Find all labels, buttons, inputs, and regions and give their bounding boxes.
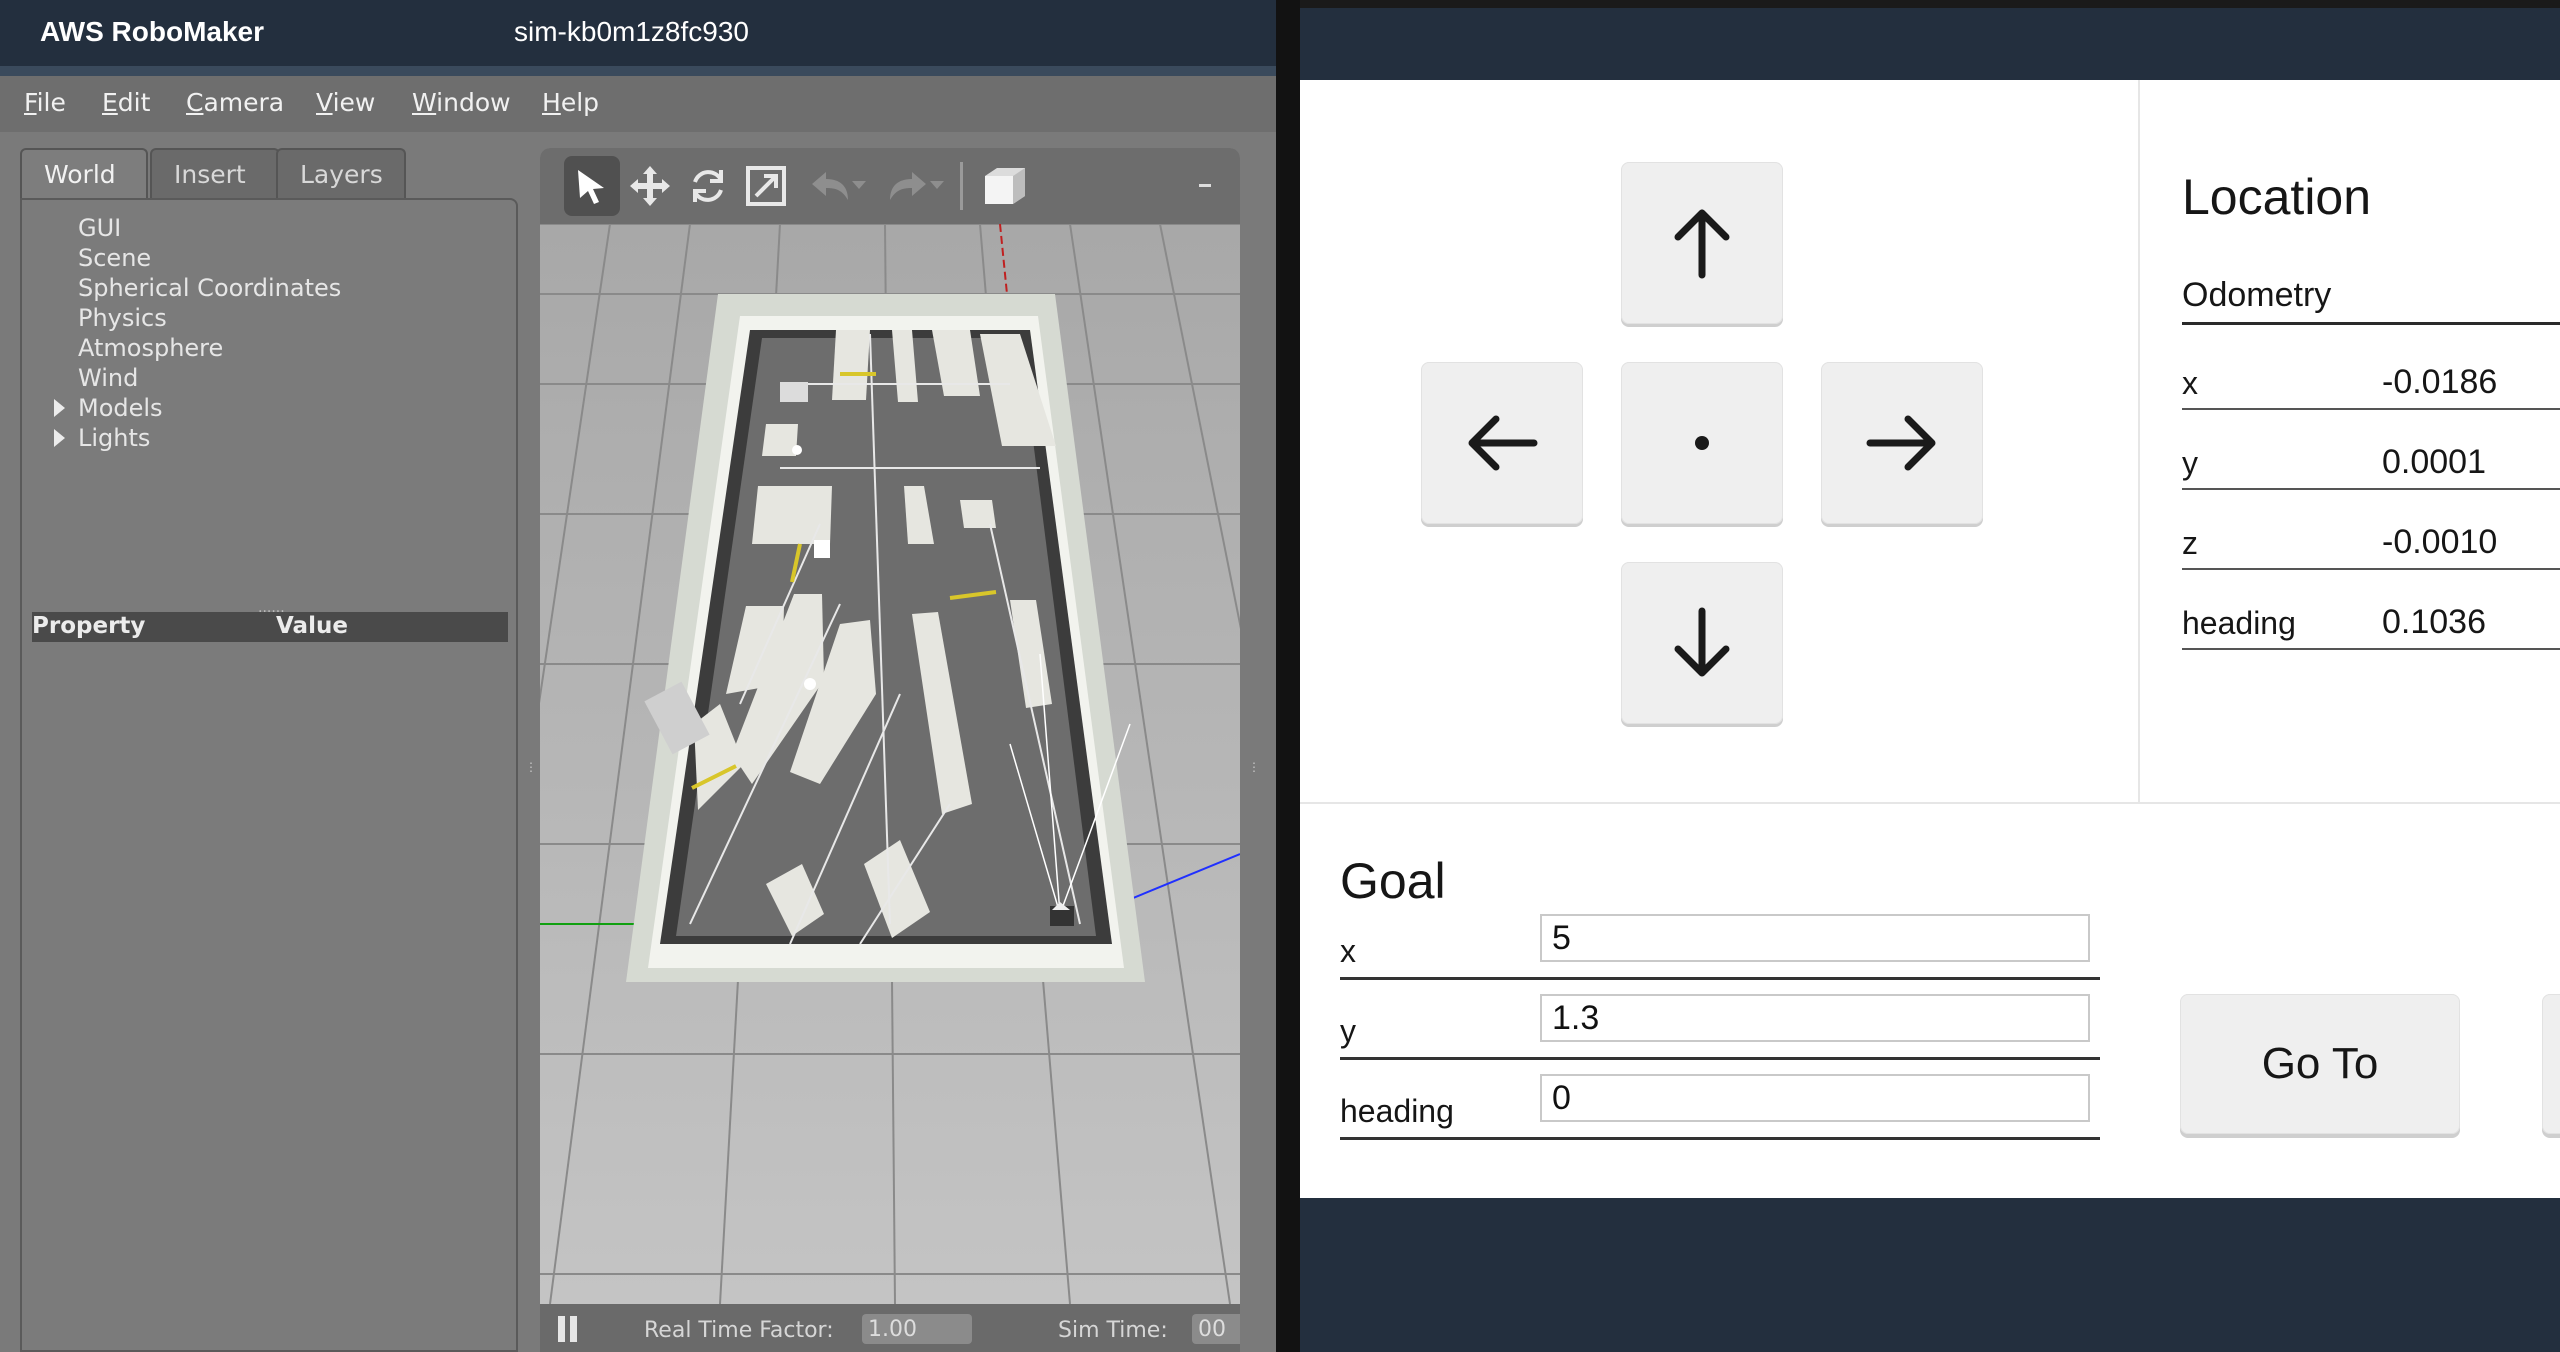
odometry-value: -0.0010 [2382, 523, 2498, 561]
odometry-row-heading: heading 0.1036 [2182, 570, 2560, 650]
gazebo-3d-viewport: Real Time Factor: 1.00 Sim Time: 00 [540, 148, 1240, 1352]
header-strip [0, 66, 1276, 76]
goal-heading-input[interactable] [1540, 1074, 2090, 1122]
gazebo-status-bar: Real Time Factor: 1.00 Sim Time: 00 [540, 1304, 1240, 1352]
redo-dropdown-icon[interactable] [922, 156, 952, 216]
stop-dot-icon [1695, 436, 1709, 450]
odometry-key: x [2182, 365, 2198, 401]
expand-arrow-icon[interactable] [54, 429, 65, 447]
splitter-handle-icon[interactable]: ⋮ [525, 760, 537, 774]
row-underline [2182, 648, 2560, 650]
world-tree-panel: GUI Scene Spherical Coordinates Physics … [20, 198, 518, 1352]
goal-y-input[interactable] [1540, 994, 2090, 1042]
secondary-action-button[interactable] [2542, 994, 2560, 1134]
odometry-row-x: x -0.0186 [2182, 330, 2560, 410]
simulation-scene[interactable] [540, 224, 1240, 1304]
turn-right-button[interactable] [1821, 362, 1983, 524]
odometry-key: heading [2182, 605, 2296, 641]
splitter-handle-icon[interactable]: ⋮ [1248, 760, 1260, 774]
panel-header-bar [1300, 8, 2560, 80]
odometry-value: 0.1036 [2382, 603, 2486, 641]
panel-footer-bar [1300, 1198, 2560, 1352]
goal-key: heading [1340, 1093, 1454, 1129]
menu-file[interactable]: File [24, 88, 66, 117]
row-underline [1340, 1137, 2100, 1140]
value-column-header: Value [276, 613, 348, 639]
menu-help[interactable]: Help [542, 88, 599, 117]
gazebo-toolbar [540, 148, 1240, 224]
undo-dropdown-icon[interactable] [844, 156, 874, 216]
tab-world[interactable]: World [20, 148, 148, 198]
property-column-header: Property [32, 613, 146, 639]
goal-row-y: y [1340, 994, 2100, 1060]
gazebo-menubar: File Edit Camera View Window Help [0, 76, 1276, 132]
move-backward-button[interactable] [1621, 562, 1783, 724]
move-forward-button[interactable] [1621, 162, 1783, 324]
robomaker-header: AWS RoboMaker sim-kb0m1z8fc930 [0, 0, 1276, 76]
robot-control-panel: Location Odometry x -0.0186 y 0.0001 z -… [1300, 0, 2560, 1352]
arrow-up-icon [1674, 209, 1730, 279]
goal-row-x: x [1340, 914, 2100, 980]
box-shape-icon[interactable] [976, 156, 1032, 216]
tree-item-wind[interactable]: Wind [78, 364, 138, 392]
section-divider [2138, 80, 2140, 802]
menu-view[interactable]: View [316, 88, 375, 117]
tab-insert[interactable]: Insert [150, 148, 280, 198]
gazebo-window: AWS RoboMaker sim-kb0m1z8fc930 File Edit… [0, 0, 1276, 1352]
goal-key: x [1340, 933, 1356, 969]
row-underline [1340, 1057, 2100, 1060]
toolbar-more-icon[interactable] [1190, 156, 1220, 216]
odometry-value: 0.0001 [2382, 443, 2486, 481]
location-title: Location [2182, 169, 2372, 225]
menu-window[interactable]: Window [412, 88, 511, 117]
tree-item-physics[interactable]: Physics [78, 304, 167, 332]
tree-item-atmosphere[interactable]: Atmosphere [78, 334, 223, 362]
sim-time-value: 00 [1192, 1314, 1240, 1344]
panel-top-gap [1300, 0, 2560, 8]
real-time-factor-value: 1.00 [862, 1314, 972, 1344]
odometry-row-y: y 0.0001 [2182, 410, 2560, 490]
arrow-left-icon [1468, 415, 1538, 471]
tree-item-models[interactable]: Models [54, 394, 163, 422]
tree-item-lights[interactable]: Lights [54, 424, 150, 452]
select-arrow-icon[interactable] [564, 156, 620, 216]
simulation-id: sim-kb0m1z8fc930 [514, 16, 749, 47]
odometry-key: y [2182, 445, 2198, 481]
arrow-down-icon [1674, 607, 1730, 677]
pause-icon[interactable] [556, 1314, 580, 1344]
scale-icon[interactable] [738, 156, 794, 216]
menu-camera[interactable]: Camera [186, 88, 284, 117]
property-table-header: Property Value [32, 612, 508, 642]
tree-item-scene[interactable]: Scene [78, 244, 151, 272]
rotate-icon[interactable] [680, 156, 736, 216]
odometry-underline [2182, 322, 2560, 325]
expand-arrow-icon[interactable] [54, 399, 65, 417]
goal-x-input[interactable] [1540, 914, 2090, 962]
turn-left-button[interactable] [1421, 362, 1583, 524]
menu-edit[interactable]: Edit [102, 88, 150, 117]
tree-item-gui[interactable]: GUI [78, 214, 121, 242]
arrow-right-icon [1866, 415, 1936, 471]
tree-item-spherical-coordinates[interactable]: Spherical Coordinates [78, 274, 341, 302]
odometry-key: z [2182, 525, 2198, 561]
section-divider [1300, 802, 2560, 804]
odometry-row-z: z -0.0010 [2182, 490, 2560, 570]
goal-row-heading: heading [1340, 1074, 2100, 1140]
toolbar-separator [960, 162, 963, 210]
tab-layers[interactable]: Layers [276, 148, 406, 198]
odometry-label: Odometry [2182, 276, 2332, 314]
go-to-button[interactable]: Go To [2180, 994, 2460, 1134]
pane-divider[interactable] [1276, 0, 1300, 1352]
sim-time-label: Sim Time: [1058, 1318, 1168, 1343]
row-underline [1340, 977, 2100, 980]
goal-title: Goal [1340, 853, 1446, 909]
goal-key: y [1340, 1013, 1356, 1049]
real-time-factor-label: Real Time Factor: [644, 1318, 834, 1343]
odometry-value: -0.0186 [2382, 363, 2498, 401]
translate-icon[interactable] [622, 156, 678, 216]
stop-button[interactable] [1621, 362, 1783, 524]
robomaker-brand: AWS RoboMaker [40, 16, 265, 47]
